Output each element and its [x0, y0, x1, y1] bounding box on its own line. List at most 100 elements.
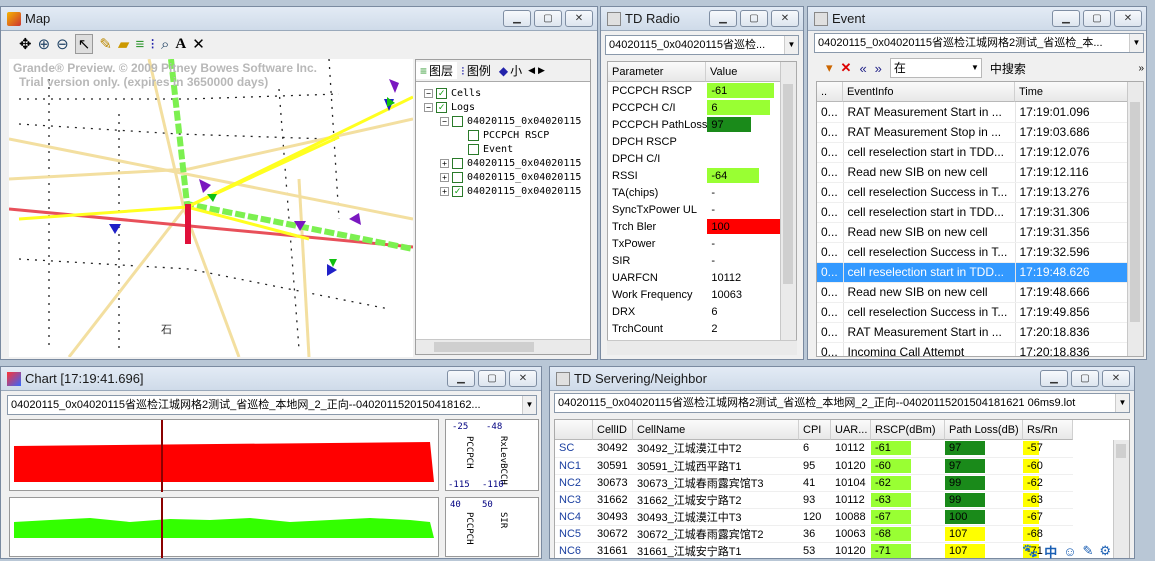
text-icon[interactable]: A	[175, 36, 186, 53]
list-item[interactable]: 0... cell reselection start in TDD... 17:1…	[817, 262, 1130, 283]
serving-col-header[interactable]: Path Loss(dB)	[945, 420, 1023, 440]
td-radio-titlebar[interactable]: TD Radio ▁ ▢ ✕	[601, 7, 803, 31]
tree-node[interactable]: +04020115_0x04020115	[424, 156, 590, 170]
radio-hscroll[interactable]	[607, 340, 797, 355]
zoom-in-icon[interactable]: ⊕	[38, 35, 51, 53]
serving-titlebar[interactable]: TD Servering/Neighbor ▁ ▢ ✕	[550, 367, 1134, 391]
serving-col-header[interactable]: CPI	[799, 420, 831, 440]
find-icon[interactable]: ⌕	[161, 36, 169, 53]
gear-icon[interactable]: ⚙	[1099, 543, 1111, 559]
chevron-down-icon[interactable]: ▼	[971, 59, 979, 77]
table-row[interactable]: DPCH C/I	[608, 150, 783, 167]
event-vscroll[interactable]	[1127, 82, 1143, 356]
table-row[interactable]: PCCPCH PathLoss 97	[608, 116, 783, 133]
previous-icon[interactable]: «	[859, 61, 866, 76]
minimize-button[interactable]: ▁	[709, 10, 737, 27]
next-icon[interactable]: »	[875, 61, 882, 76]
event-log-select[interactable]: 04020115_0x04020115省巡检江城网格2测试_省巡检_本... ▼	[814, 33, 1144, 53]
list-item[interactable]: 0... cell reselection start in TDD... 17:1…	[817, 202, 1130, 223]
pen-icon[interactable]: ✎	[1082, 543, 1093, 559]
ime-lang[interactable]: 中	[1044, 542, 1057, 561]
event-titlebar[interactable]: Event ▁ ▢ ✕	[808, 7, 1146, 31]
table-row[interactable]: NC2 30673 30673_江城春雨露宾馆T3 41 10104 -62 99 -62	[555, 474, 1073, 492]
expand-toggle-icon[interactable]: +	[440, 172, 449, 182]
chevron-down-icon[interactable]: ▼	[1115, 394, 1129, 412]
chevron-down-icon[interactable]: ▼	[784, 36, 798, 54]
maximize-button[interactable]: ▢	[740, 10, 768, 27]
serving-col-header[interactable]: Rs/Rn	[1023, 420, 1073, 440]
expand-toggle-icon[interactable]	[456, 130, 465, 140]
table-row[interactable]: TA(chips) -	[608, 184, 783, 201]
map-canvas[interactable]: Grande® Preview. © 2009 Pitney Bowes Sof…	[9, 59, 413, 357]
maximize-button[interactable]: ▢	[1083, 10, 1111, 27]
radio-vscroll[interactable]	[780, 62, 796, 342]
expand-toggle-icon[interactable]: −	[440, 116, 449, 126]
list-item[interactable]: 0... RAT Measurement Start in ... 17:20:18…	[817, 322, 1130, 343]
tree-checkbox[interactable]	[452, 157, 463, 169]
table-row[interactable]: NC1 30591 30591_江城西平路T1 95 10120 -60 97 -60	[555, 457, 1073, 475]
tab-scroll-right-icon[interactable]: ▶	[538, 65, 545, 76]
tree-node[interactable]: +04020115_0x04020115	[424, 170, 590, 184]
search-field-select[interactable]: 在 ▼	[889, 58, 982, 78]
minimize-button[interactable]: ▁	[447, 370, 475, 387]
col-header-index[interactable]: ..	[817, 82, 843, 102]
select-arrow-icon[interactable]: ↖	[74, 34, 94, 54]
tree-checkbox[interactable]: ✓	[452, 185, 463, 197]
chart-bottom-panel[interactable]	[9, 497, 439, 558]
chevron-down-icon[interactable]: ▼	[522, 396, 536, 414]
col-header-time[interactable]: Time	[1015, 82, 1129, 102]
delete-icon[interactable]: ✕	[841, 60, 852, 76]
chevron-down-icon[interactable]: ▼	[1129, 34, 1143, 52]
table-row[interactable]: NC5 30672 30672_江城春雨露宾馆T2 36 10063 -68 107 -68	[555, 525, 1073, 543]
pan-icon[interactable]: ✥	[19, 35, 32, 53]
col-header-parameter[interactable]: Parameter	[608, 62, 706, 82]
serving-col-header[interactable]: UAR...	[831, 420, 871, 440]
overflow-chevron-icon[interactable]: »	[1138, 63, 1144, 74]
tree-checkbox[interactable]	[468, 129, 479, 141]
tree-node[interactable]: Event	[424, 142, 590, 156]
table-row[interactable]: DRX 6	[608, 303, 783, 320]
maximize-button[interactable]: ▢	[1071, 370, 1099, 387]
minimize-button[interactable]: ▁	[1040, 370, 1068, 387]
expand-toggle-icon[interactable]: +	[440, 186, 449, 196]
list-item[interactable]: 0... Read new SIB on new cell 17:19:48.666	[817, 282, 1130, 303]
minimize-button[interactable]: ▁	[503, 10, 531, 27]
table-row[interactable]: NC4 30493 30493_江城漠江中T3 120 10088 -67 100 -67	[555, 508, 1073, 526]
table-row[interactable]: SC 30492 30492_江城漠江中T2 6 10112 -61 97 -57	[555, 440, 1073, 458]
legend-icon[interactable]: ⁝	[150, 35, 155, 53]
table-row[interactable]: TxPower -	[608, 235, 783, 252]
tree-checkbox[interactable]: ✓	[436, 87, 447, 99]
tree-node[interactable]: − 04020115_0x04020115	[424, 114, 590, 128]
tree-node[interactable]: − ✓ Cells	[424, 86, 590, 100]
table-row[interactable]: RSSI -64	[608, 167, 783, 184]
radio-log-select[interactable]: 04020115_0x04020115省巡检... ▼	[605, 35, 799, 55]
maximize-button[interactable]: ▢	[534, 10, 562, 27]
chart-top-panel[interactable]	[9, 419, 439, 492]
list-item[interactable]: 0... cell reselection start in TDD... 17:1…	[817, 142, 1130, 163]
list-item[interactable]: 0... cell reselection Success in T... 17:1…	[817, 302, 1130, 323]
zoom-out-icon[interactable]: ⊖	[56, 35, 69, 53]
table-row[interactable]: SyncTxPower UL -	[608, 201, 783, 218]
filter-icon[interactable]: ▾	[826, 60, 833, 76]
table-row[interactable]: NC3 31662 31662_江城安宁路T2 93 10112 -63 99 -63	[555, 491, 1073, 509]
col-header-eventinfo[interactable]: EventInfo	[843, 82, 1015, 102]
expand-toggle-icon[interactable]: −	[424, 88, 433, 98]
tree-node[interactable]: + ✓ 04020115_0x04020115	[424, 184, 590, 198]
tab-legend[interactable]: ⁝ 图例	[457, 62, 495, 79]
serving-col-header[interactable]	[555, 420, 593, 440]
serving-col-header[interactable]: RSCP(dBm)	[871, 420, 945, 440]
tab-scroll-left-icon[interactable]: ◀	[528, 65, 535, 76]
map-titlebar[interactable]: Map ▁ ▢ ✕	[1, 7, 597, 31]
layer-icon[interactable]: ≡	[135, 36, 144, 53]
table-row[interactable]: Work Frequency 10063	[608, 286, 783, 303]
tree-node[interactable]: − ✓ Logs	[424, 100, 590, 114]
list-item[interactable]: 0... cell reselection Success in T... 17:1…	[817, 242, 1130, 263]
open-folder-icon[interactable]: ▰	[118, 35, 130, 53]
close-button[interactable]: ✕	[565, 10, 593, 27]
list-item[interactable]: 0... Incoming Call Attempt 17:20:18.836	[817, 342, 1130, 356]
list-item[interactable]: 0... cell reselection Success in T... 17:1…	[817, 182, 1130, 203]
serving-col-header[interactable]: CellID	[593, 420, 633, 440]
list-item[interactable]: 0... RAT Measurement Start in ... 17:19:01…	[817, 102, 1130, 123]
serving-col-header[interactable]: CellName	[633, 420, 799, 440]
ruler-icon[interactable]: ✎	[99, 35, 112, 53]
